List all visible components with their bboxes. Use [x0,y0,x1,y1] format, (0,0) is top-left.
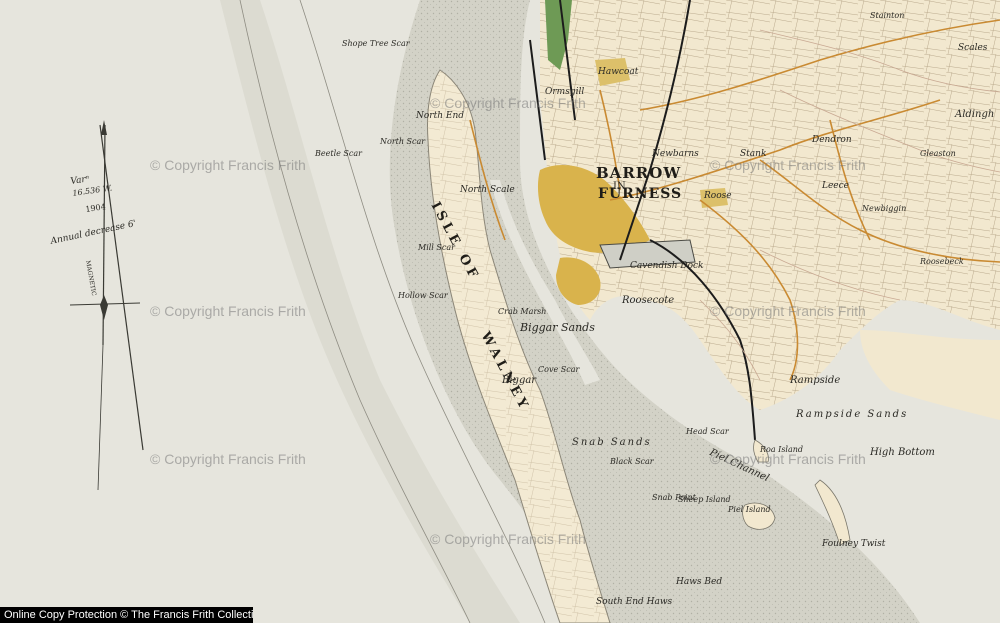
label-roose: Roose [704,191,732,201]
label-stainton: Stainton [870,11,905,20]
watermark: © Copyright Francis Frith [710,451,866,467]
label-shope-tree-scar: Shope Tree Scar [342,39,410,48]
historic-map: BARROW IN FURNESS ISLE OF WALNEY Cavendi… [0,0,1000,623]
label-roosebeck: Roosebeck [920,257,964,266]
label-black-scar: Black Scar [610,457,654,466]
label-haws-bed: Haws Bed [676,577,723,587]
watermark: © Copyright Francis Frith [710,303,866,319]
label-cavendish-dock: Cavendish Dock [630,261,704,271]
label-barrow: BARROW [596,164,682,182]
label-south-end-haws: South End Haws [596,597,673,607]
label-beetle-scar: Beetle Scar [315,149,362,158]
label-furness: FURNESS [598,186,683,202]
watermark: © Copyright Francis Frith [430,95,586,111]
label-hollow-scar: Hollow Scar [398,291,448,300]
watermark: © Copyright Francis Frith [150,157,306,173]
label-biggar-sands: Biggar Sands [520,321,595,334]
label-leece: Leece [822,181,849,191]
label-north-scale: North Scale [460,185,515,195]
label-hawcoat: Hawcoat [598,67,639,77]
label-snab-sands: Snab Sands [572,437,652,448]
label-north-end: North End [416,111,464,121]
watermark: © Copyright Francis Frith [430,531,586,547]
watermark: © Copyright Francis Frith [150,303,306,319]
label-rampside-sands: Rampside Sands [796,409,909,420]
label-cove-scar: Cove Scar [538,365,580,374]
label-head-scar: Head Scar [686,427,729,436]
label-piel-island: Piel Island [728,505,771,514]
label-biggar: Biggar [502,375,537,386]
label-rampside: Rampside [790,375,841,386]
watermark: © Copyright Francis Frith [150,451,306,467]
label-aldingham: Aldingh [955,109,995,120]
label-snab-point: Snab Point [652,493,696,502]
label-crab-marsh: Crab Marsh [498,307,547,316]
label-foulney-twist: Foulney Twist [822,539,886,549]
label-mill-scar: Mill Scar [418,243,455,252]
watermark: © Copyright Francis Frith [710,157,866,173]
label-scales: Scales [958,43,988,53]
label-north-scar: North Scar [380,137,426,146]
label-high-bottom: High Bottom [870,447,935,458]
label-dendron: Dendron [812,135,852,145]
label-newbiggin: Newbiggin [862,204,907,213]
label-gleaston: Gleaston [920,149,956,158]
label-roosecote: Roosecote [622,295,675,306]
copy-protection-footer: Online Copy Protection © The Francis Fri… [0,607,253,623]
label-newbarns: Newbarns [652,149,699,159]
